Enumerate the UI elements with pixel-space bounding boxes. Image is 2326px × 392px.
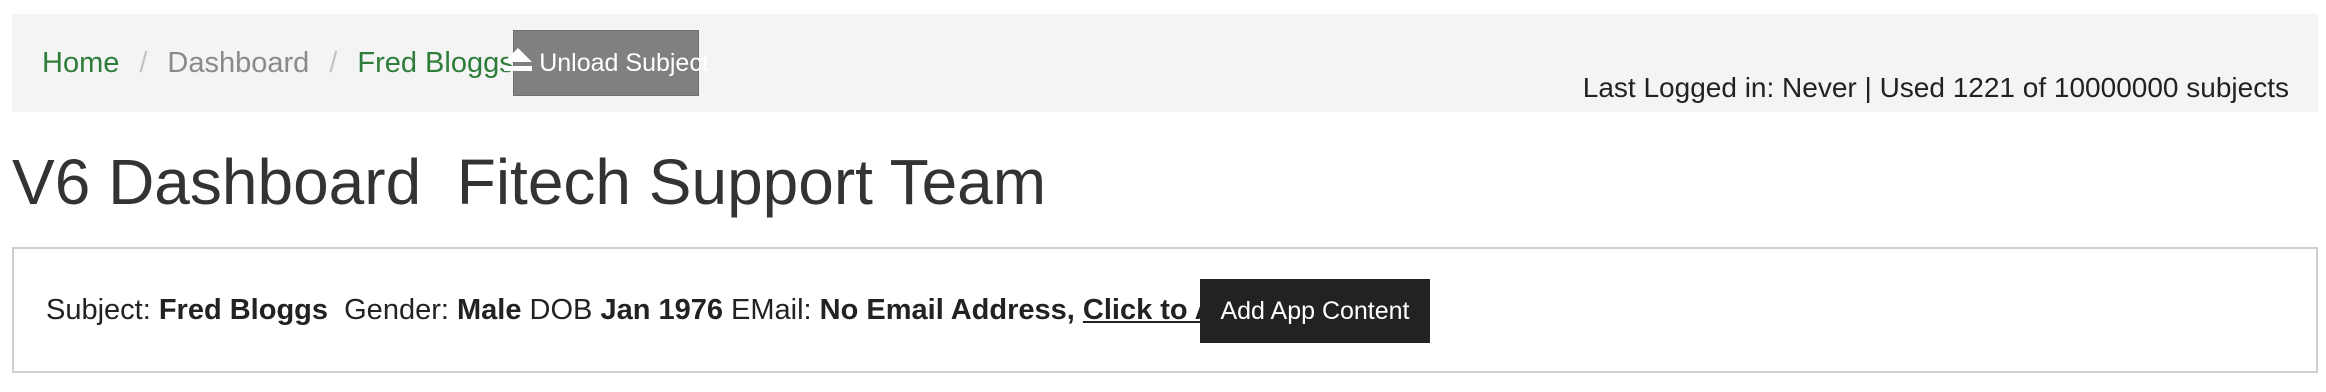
dob-value: Jan 1976 xyxy=(600,293,723,326)
subject-name: Fred Bloggs xyxy=(158,293,329,326)
breadcrumb: Home / Dashboard / Fred Bloggs xyxy=(42,14,514,112)
gender-label: Gender: xyxy=(328,293,457,326)
breadcrumb-home-link[interactable]: Home xyxy=(42,47,119,80)
breadcrumb-separator: / xyxy=(139,46,148,79)
page-title: V6 Dashboard Fitech Support Team xyxy=(12,146,1047,218)
email-value: No Email Address, xyxy=(819,293,1083,326)
unload-subject-label: Unload Subject xyxy=(539,48,709,77)
eject-icon xyxy=(503,46,533,74)
breadcrumb-separator: / xyxy=(329,46,338,79)
breadcrumb-subject-link[interactable]: Fred Bloggs xyxy=(357,47,513,80)
dob-label: DOB xyxy=(521,293,601,326)
add-app-content-button[interactable]: Add App Content xyxy=(1200,279,1430,343)
subject-info-panel: Subject: Fred Bloggs Gender: Male DOB Ja… xyxy=(12,247,2318,373)
unload-subject-button[interactable]: Unload Subject xyxy=(504,30,709,96)
email-label: EMail: xyxy=(722,293,820,326)
subject-details: Subject: Fred Bloggs Gender: Male DOB Ja… xyxy=(46,249,1251,371)
subject-label: Subject: xyxy=(46,293,159,326)
login-usage-status: Last Logged in: Never | Used 1221 of 100… xyxy=(1582,72,2289,103)
breadcrumb-dashboard: Dashboard xyxy=(167,46,310,79)
top-bar: Home / Dashboard / Fred Bloggs Unload Su… xyxy=(12,14,2318,112)
gender-value: Male xyxy=(456,293,522,326)
